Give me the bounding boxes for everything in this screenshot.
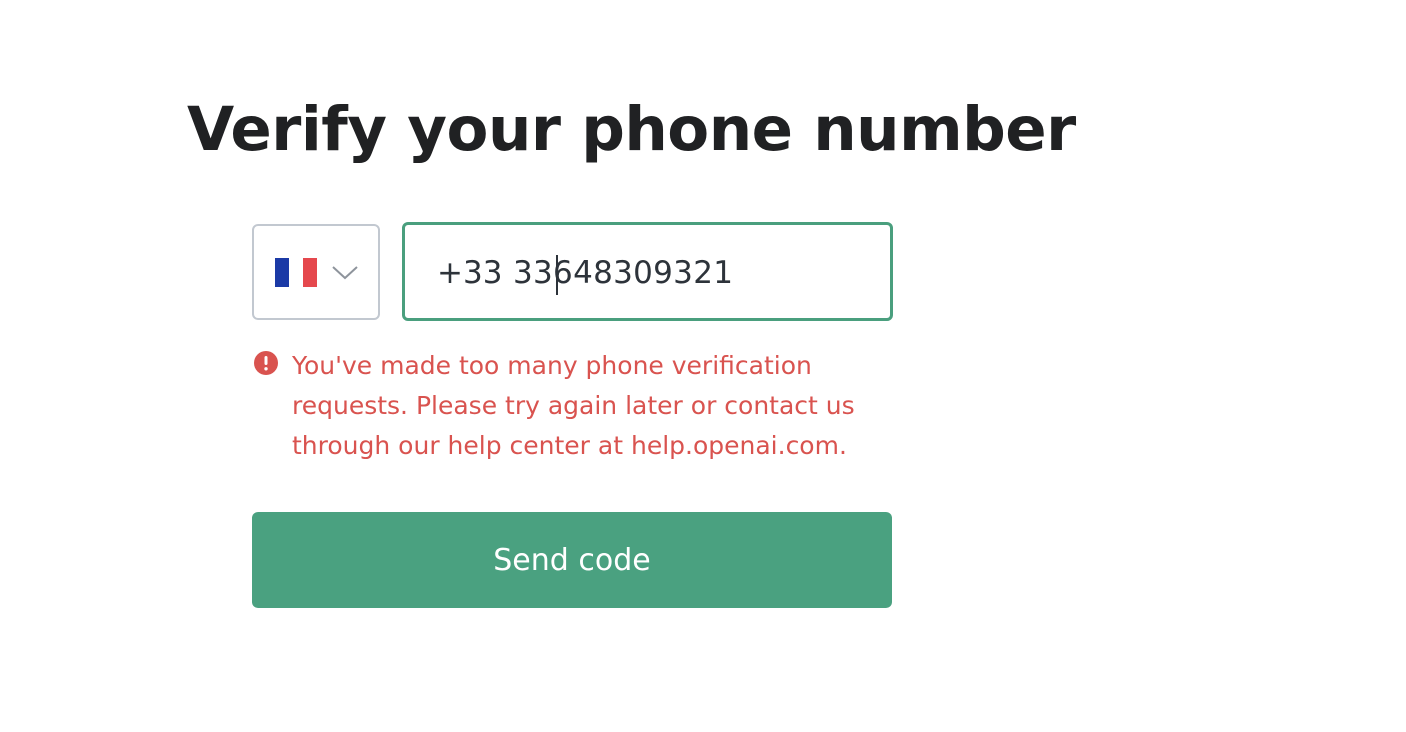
dial-code: +33 (437, 255, 503, 291)
phone-number-field[interactable]: +33 (402, 222, 893, 321)
page-title: Verify your phone number (187, 94, 1076, 165)
alert-circle-icon (254, 351, 278, 375)
chevron-down-icon (332, 266, 358, 280)
send-code-button[interactable]: Send code (252, 512, 892, 608)
verify-phone-page: Verify your phone number +33 You've made… (0, 0, 1406, 732)
country-code-select[interactable] (252, 224, 380, 320)
phone-number-input[interactable] (513, 247, 873, 299)
error-text: You've made too many phone verification … (292, 351, 855, 460)
text-caret (556, 255, 558, 295)
flag-france-icon (275, 258, 317, 287)
